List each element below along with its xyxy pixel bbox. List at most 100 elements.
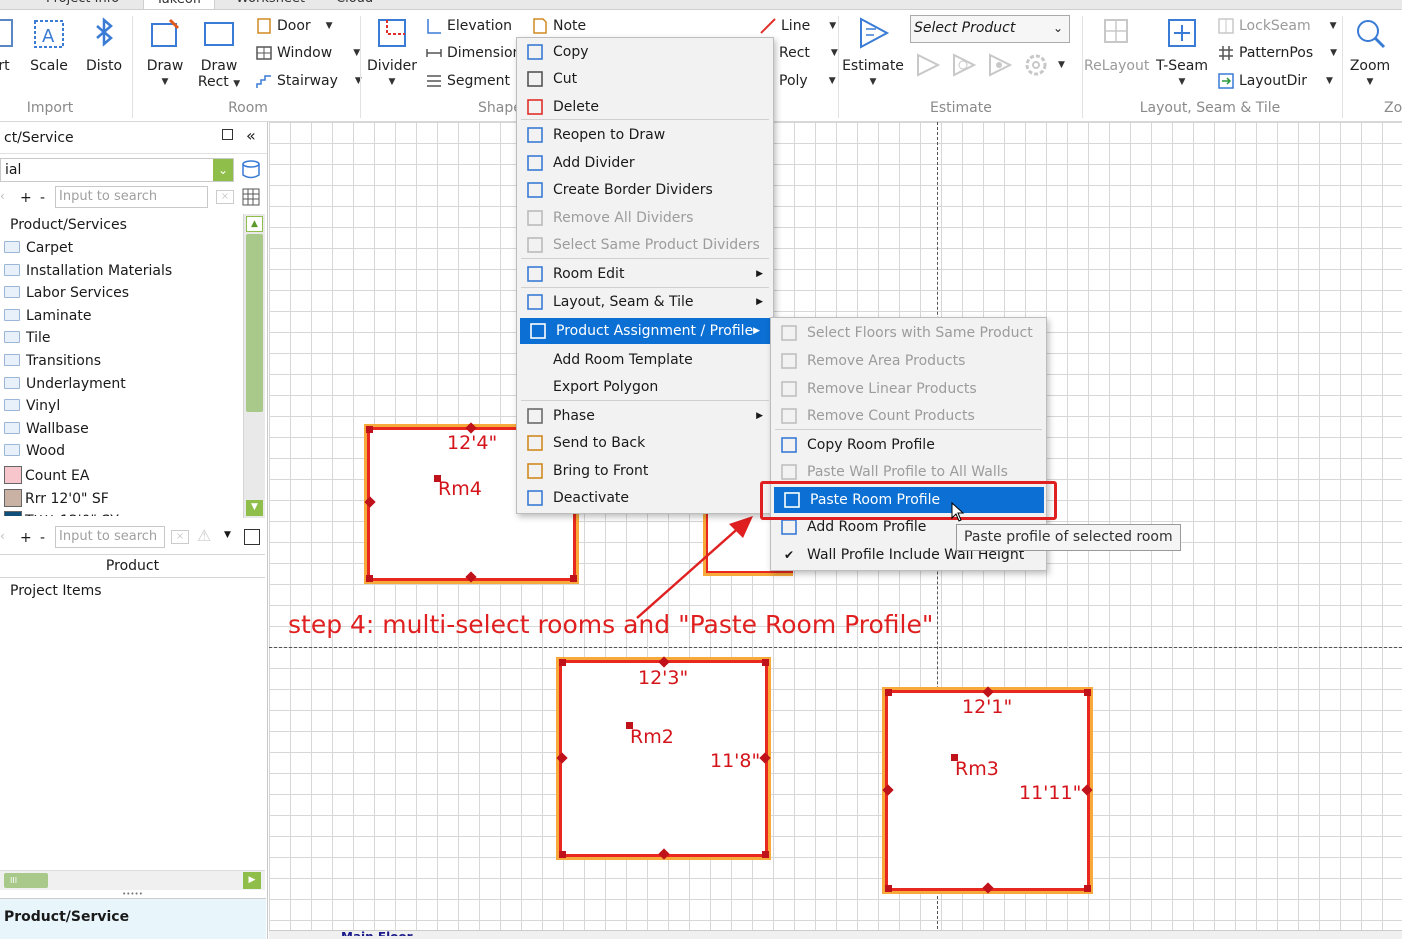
vertex-handle[interactable]	[1084, 689, 1091, 696]
menu-item-add-room-template[interactable]: Add Room Template	[517, 347, 773, 373]
product-item[interactable]: Count EA	[4, 466, 89, 484]
category-filter-select[interactable]: ial ⌄	[0, 158, 234, 182]
stairway-button[interactable]: Stairway ▼	[256, 73, 362, 89]
menu-item-create-border-dividers[interactable]: Create Border Dividers	[517, 177, 773, 203]
vertex-handle[interactable]	[570, 575, 577, 582]
tree-root[interactable]: Product/Services	[10, 217, 127, 233]
add-item-button[interactable]: +	[20, 530, 32, 546]
elevation-button[interactable]: Elevation	[426, 18, 512, 34]
project-search-input[interactable]: Input to search	[55, 526, 165, 548]
draw-button[interactable]: Draw ▼	[142, 16, 188, 90]
product-item[interactable]: Ttttt 12'0" SY	[4, 511, 119, 516]
tab-project-info[interactable]: Project Info	[46, 0, 119, 9]
clear-search-icon[interactable]: ×	[171, 530, 189, 544]
import-button[interactable]: rt	[0, 16, 16, 74]
menu-item-remove-area-products[interactable]: Remove Area Products	[771, 348, 1046, 374]
vertex-handle[interactable]	[885, 689, 892, 696]
play-next-icon[interactable]	[950, 51, 978, 79]
vertex-handle[interactable]	[762, 659, 769, 666]
chevron-down-icon[interactable]: ▼	[1058, 60, 1065, 70]
tree-item[interactable]: Transitions	[4, 353, 101, 369]
menu-item-copy[interactable]: Copy	[517, 39, 773, 65]
product-search-input[interactable]: Input to search	[55, 186, 208, 208]
tree-item[interactable]: Installation Materials	[4, 263, 172, 279]
menu-item-remove-linear-products[interactable]: Remove Linear Products	[771, 376, 1046, 402]
segment-button[interactable]: Segment	[426, 73, 510, 89]
menu-item-phase[interactable]: Phase ▶	[517, 403, 773, 429]
window-icon[interactable]	[244, 529, 260, 545]
draw-rect-button[interactable]: Draw Rect ▼	[196, 16, 242, 92]
vertex-handle[interactable]	[885, 885, 892, 892]
floor-tab-main[interactable]: Main Floor	[341, 927, 413, 936]
menu-item-deactivate[interactable]: Deactivate	[517, 485, 773, 511]
tree-item[interactable]: Underlayment	[4, 376, 126, 392]
database-icon[interactable]	[240, 160, 262, 180]
tree-scrollbar[interactable]: ▲ ▼	[243, 214, 265, 518]
back-icon[interactable]: ‹	[0, 189, 5, 203]
tree-item[interactable]: Labor Services	[4, 285, 129, 301]
remove-item-button[interactable]: -	[40, 530, 45, 546]
tab-takeoff[interactable]: Takeoff	[143, 0, 215, 9]
layoutdir-button[interactable]: LayoutDir ▼	[1218, 73, 1333, 89]
warning-icon[interactable]: ⚠	[197, 526, 211, 545]
collapse-icon[interactable]: «	[246, 126, 256, 145]
menu-item-layout-seam-tile[interactable]: Layout, Seam & Tile ▶	[517, 289, 773, 315]
gear-icon[interactable]	[1022, 51, 1050, 79]
door-button[interactable]: Door ▼	[256, 18, 333, 34]
bottom-panel-title-bar[interactable]: Product/Service	[0, 898, 266, 939]
menu-item-delete[interactable]: Delete	[517, 94, 773, 120]
patternpos-button[interactable]: PatternPos ▼	[1218, 45, 1337, 61]
disto-button[interactable]: Disto	[84, 16, 124, 74]
line-button[interactable]: Line ▼	[760, 18, 836, 34]
menu-item-room-edit[interactable]: Room Edit ▶	[517, 261, 773, 287]
scale-button[interactable]: A Scale	[28, 16, 70, 74]
menu-item-select-same-product-dividers[interactable]: Select Same Product Dividers	[517, 232, 773, 258]
back-icon[interactable]: ‹	[0, 529, 5, 543]
play-all-icon[interactable]	[986, 51, 1014, 79]
tree-item[interactable]: Carpet	[4, 240, 73, 256]
menu-item-bring-to-front[interactable]: Bring to Front	[517, 458, 773, 484]
tree-item[interactable]: Tile	[4, 330, 51, 346]
chevron-down-icon[interactable]: ▼	[224, 530, 231, 540]
tseam-button[interactable]: T-Seam ▼	[1152, 16, 1212, 90]
product-column-header[interactable]: Product	[0, 554, 265, 578]
menu-item-select-floors-with-same-product[interactable]: Select Floors with Same Product	[771, 320, 1046, 346]
zoom-button[interactable]: Zoom ▼	[1346, 16, 1394, 90]
remove-item-button[interactable]: -	[40, 190, 45, 206]
clear-search-icon[interactable]: ×	[216, 190, 234, 204]
divider-button[interactable]: Divider ▼	[366, 16, 418, 90]
dimension-button[interactable]: Dimension	[426, 45, 521, 61]
vertex-handle[interactable]	[559, 659, 566, 666]
menu-item-product-assignment-profile[interactable]: Product Assignment / Profile ▶	[520, 318, 770, 344]
maximize-icon[interactable]	[222, 129, 233, 140]
tree-item[interactable]: Laminate	[4, 308, 91, 324]
product-item[interactable]: Rrr 12'0" SF	[4, 488, 109, 507]
menu-item-remove-all-dividers[interactable]: Remove All Dividers	[517, 205, 773, 231]
tree-item[interactable]: Wood	[4, 443, 65, 459]
menu-item-add-divider[interactable]: Add Divider	[517, 150, 773, 176]
play-icon[interactable]	[914, 51, 942, 79]
vertex-handle[interactable]	[1084, 885, 1091, 892]
tab-worksheet[interactable]: Worksheet	[236, 0, 305, 9]
vertex-handle[interactable]	[559, 851, 566, 858]
window-button[interactable]: Window ▼	[256, 45, 360, 61]
lockseam-button[interactable]: LockSeam ▼	[1218, 18, 1337, 34]
scroll-right-icon[interactable]: ▶	[243, 872, 261, 889]
scroll-down-icon[interactable]: ▼	[246, 500, 263, 516]
scroll-up-icon[interactable]: ▲	[246, 216, 263, 232]
menu-item-remove-count-products[interactable]: Remove Count Products	[771, 403, 1046, 429]
tree-item[interactable]: Wallbase	[4, 421, 89, 437]
scroll-thumb[interactable]: III	[4, 873, 48, 888]
project-items[interactable]: Project Items	[10, 583, 102, 599]
menu-item-copy-room-profile[interactable]: Copy Room Profile	[771, 432, 1046, 458]
menu-item-send-to-back[interactable]: Send to Back	[517, 430, 773, 456]
vertex-handle[interactable]	[366, 426, 373, 433]
tab-cloud[interactable]: Cloud	[336, 0, 373, 9]
select-product-dropdown[interactable]: Select Product ⌄	[910, 15, 1070, 43]
add-item-button[interactable]: +	[20, 190, 32, 206]
estimate-button[interactable]: Estimate ▼	[842, 16, 904, 90]
note-button[interactable]: Note	[532, 18, 586, 34]
menu-item-reopen-to-draw[interactable]: Reopen to Draw	[517, 122, 773, 148]
vertex-handle[interactable]	[366, 575, 373, 582]
menu-item-export-polygon[interactable]: Export Polygon	[517, 374, 773, 400]
